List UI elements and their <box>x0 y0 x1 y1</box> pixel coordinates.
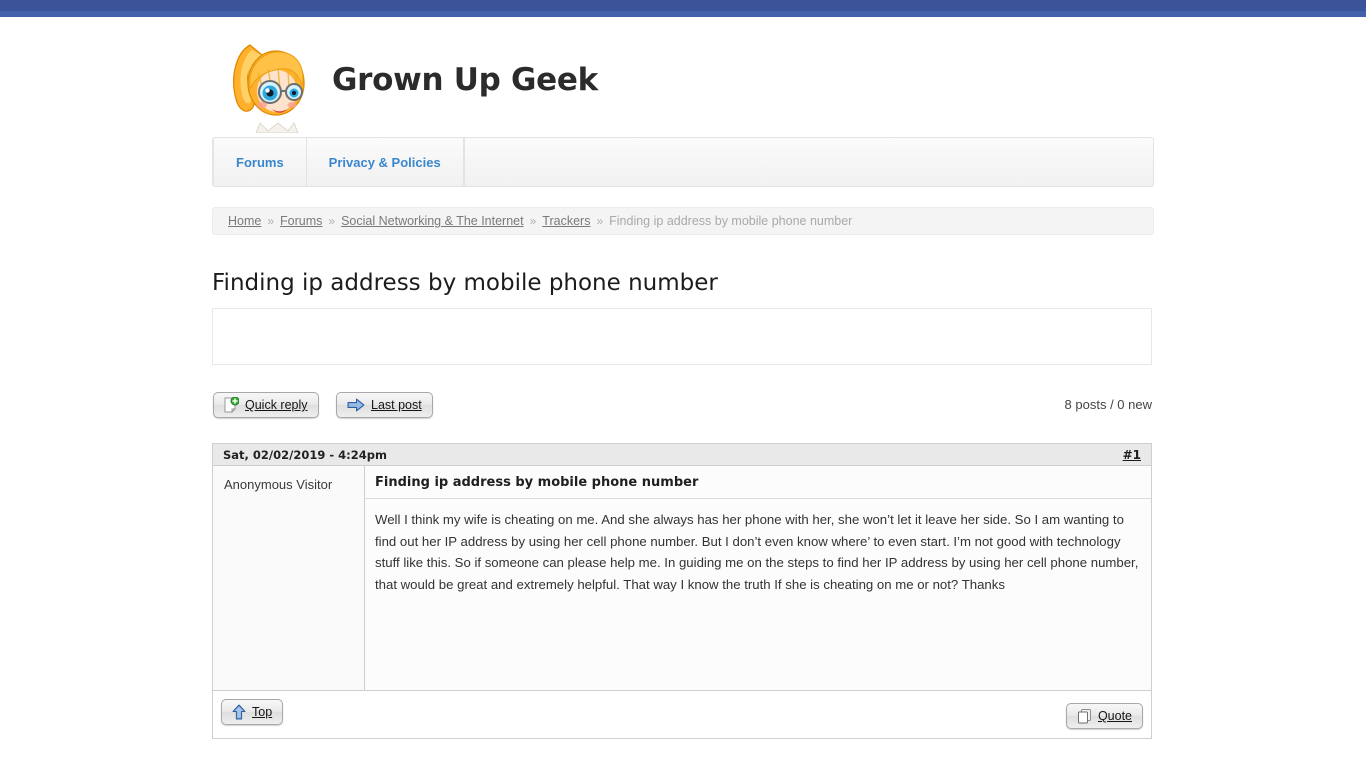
post-header: Sat, 02/02/2019 - 4:24pm #1 <box>212 443 1152 465</box>
page-title: Finding ip address by mobile phone numbe… <box>212 270 718 297</box>
site-header: Grown Up Geek <box>212 17 1154 137</box>
posts-count: 8 posts / 0 new <box>1064 397 1152 412</box>
post-author: Anonymous Visitor <box>213 466 365 690</box>
advertisement-placeholder <box>212 308 1152 365</box>
blue-up-arrow-icon <box>232 704 246 720</box>
nav-item-forums[interactable]: Forums <box>213 138 307 186</box>
new-page-plus-icon <box>224 396 240 414</box>
quick-reply-label: Quick reply <box>245 398 308 412</box>
post-content: Finding ip address by mobile phone numbe… <box>365 466 1151 690</box>
breadcrumb-item-home[interactable]: Home <box>228 214 261 228</box>
post-footer: Top Quote <box>212 691 1152 739</box>
site-title: Grown Up Geek <box>332 62 598 98</box>
nav-spacer <box>463 138 1153 186</box>
breadcrumb-item-social-networking[interactable]: Social Networking & The Internet <box>341 214 524 228</box>
geek-girl-avatar-icon[interactable] <box>228 33 310 134</box>
blue-right-arrow-icon <box>347 398 365 412</box>
breadcrumb-current: Finding ip address by mobile phone numbe… <box>609 214 853 228</box>
breadcrumb: Home » Forums » Social Networking & The … <box>212 207 1154 235</box>
nav-item-privacy-policies[interactable]: Privacy & Policies <box>307 138 464 186</box>
breadcrumb-separator: » <box>529 214 537 228</box>
post-body-row: Anonymous Visitor Finding ip address by … <box>212 465 1152 691</box>
copy-pages-icon <box>1077 708 1092 724</box>
top-label: Top <box>252 705 273 719</box>
post-text: Well I think my wife is cheating on me. … <box>375 512 1139 592</box>
post-container: Sat, 02/02/2019 - 4:24pm #1 Anonymous Vi… <box>212 443 1152 739</box>
breadcrumb-separator: » <box>596 214 604 228</box>
main-navigation: Forums Privacy & Policies <box>212 137 1154 187</box>
post-date: Sat, 02/02/2019 - 4:24pm <box>223 447 387 462</box>
page-container: Grown Up Geek Forums Privacy & Policies … <box>212 17 1154 757</box>
breadcrumb-separator: » <box>328 214 336 228</box>
post-permalink[interactable]: #1 <box>1123 448 1141 462</box>
breadcrumb-separator: » <box>267 214 275 228</box>
breadcrumb-item-forums[interactable]: Forums <box>280 214 322 228</box>
post-subject: Finding ip address by mobile phone numbe… <box>365 466 1151 499</box>
quote-label: Quote <box>1097 709 1132 723</box>
top-button[interactable]: Top <box>221 699 284 725</box>
breadcrumb-item-trackers[interactable]: Trackers <box>542 214 590 228</box>
last-post-button[interactable]: Last post <box>336 392 433 418</box>
top-banner-bar-dark <box>0 0 1366 11</box>
quote-button[interactable]: Quote <box>1065 703 1143 729</box>
quick-reply-button[interactable]: Quick reply <box>213 392 319 418</box>
thread-action-bar: Quick reply Last post 8 posts / 0 new <box>212 392 1152 427</box>
last-post-label: Last post <box>371 398 422 412</box>
